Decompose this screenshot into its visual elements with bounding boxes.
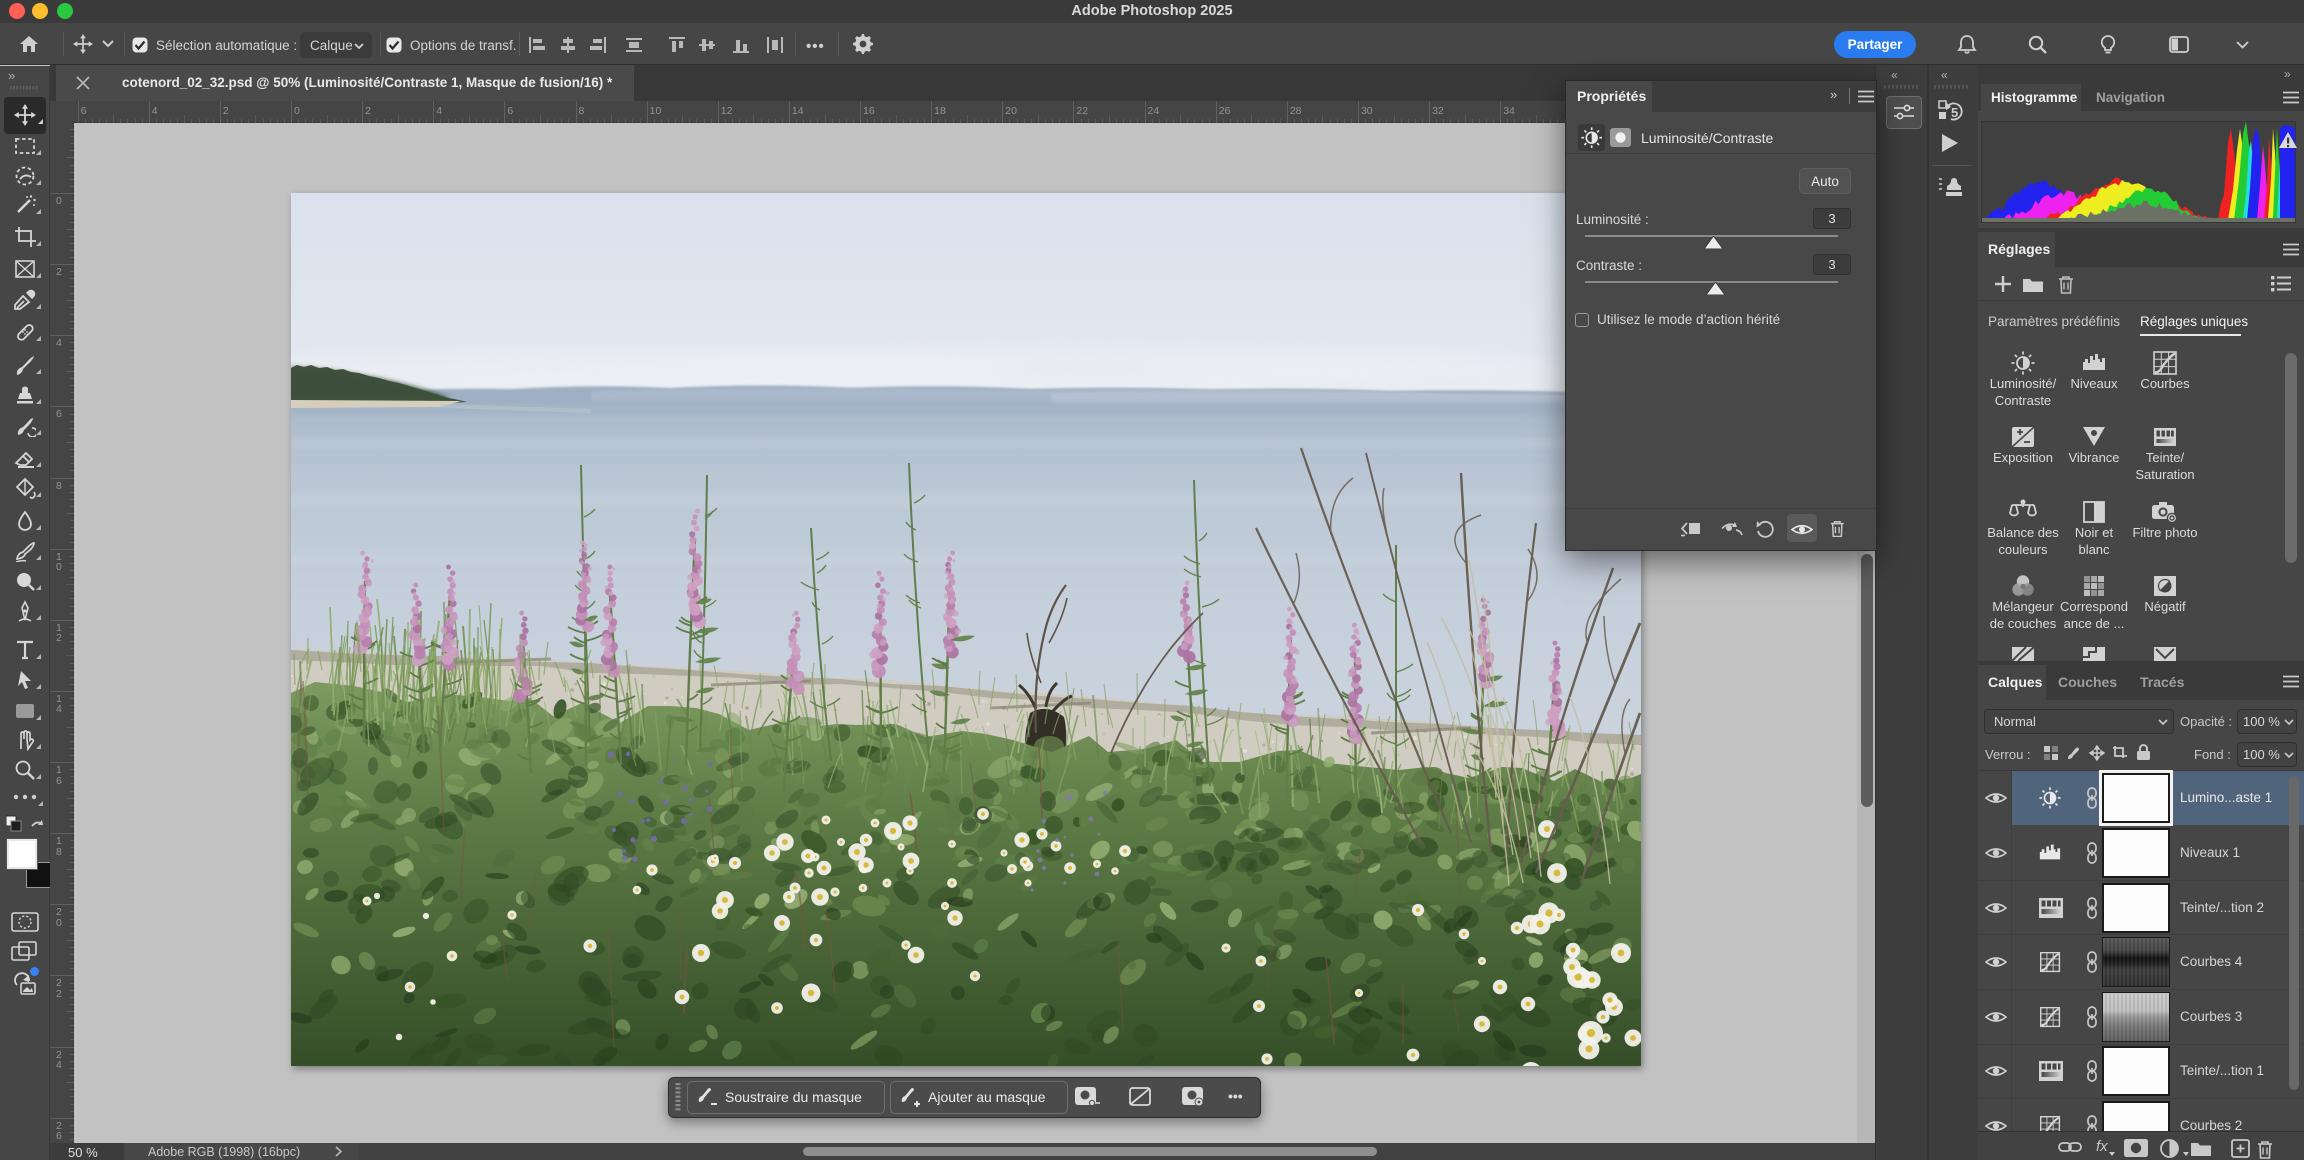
svg-text:5: 5 bbox=[1951, 105, 1958, 120]
